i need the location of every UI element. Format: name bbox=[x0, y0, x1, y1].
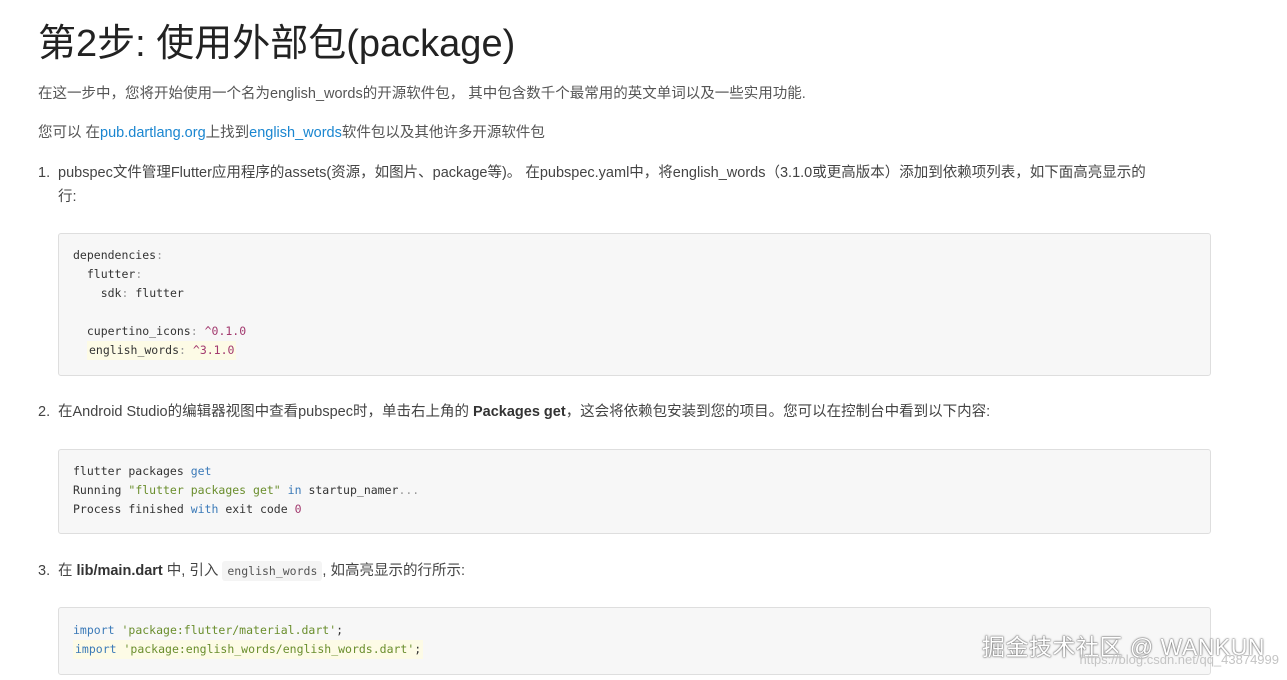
code-line: flutter packages get bbox=[73, 464, 212, 478]
code-line-highlighted: english_words: ^3.1.0 bbox=[87, 341, 237, 360]
step-3: 3. 在 lib/main.dart 中, 引入 english_words, … bbox=[38, 559, 1213, 585]
step-number: 1. bbox=[38, 165, 51, 181]
intro-paragraph: 在这一步中，您将开始使用一个名为english_words的开源软件包， 其中包… bbox=[38, 86, 806, 102]
code-line: import 'package:flutter/material.dart'; bbox=[73, 623, 344, 637]
english-words-link[interactable]: english_words bbox=[249, 125, 342, 141]
step-2: 2. 在Android Studio的编辑器视图中查看pubspec时，单击右上… bbox=[38, 400, 1213, 426]
step-number: 2. bbox=[38, 404, 51, 420]
step-1-text: pubspec文件管理Flutter应用程序的assets(资源，如图片、pac… bbox=[58, 161, 1193, 209]
find-middle: 上找到 bbox=[205, 125, 250, 141]
code-line: Process finished with exit code 0 bbox=[73, 502, 302, 516]
step-2-text: 在Android Studio的编辑器视图中查看pubspec时，单击右上角的 … bbox=[58, 404, 991, 420]
code-block-console: flutter packages get Running "flutter pa… bbox=[58, 449, 1211, 534]
find-paragraph: 您可以 在pub.dartlang.org上找到english_words软件包… bbox=[38, 123, 545, 143]
step-1-line1: pubspec文件管理Flutter应用程序的assets(资源，如图片、pac… bbox=[58, 165, 1146, 181]
code-line: Running "flutter packages get" in startu… bbox=[73, 483, 420, 497]
watermark-url: https://blog.csdn.net/qq_43874999 bbox=[1079, 652, 1280, 667]
pub-dartlang-link[interactable]: pub.dartlang.org bbox=[100, 125, 206, 141]
code-line: sdk: flutter bbox=[100, 286, 184, 300]
main-dart-label: lib/main.dart bbox=[76, 563, 163, 579]
step-number: 3. bbox=[38, 563, 51, 579]
step-1-line2: 行: bbox=[58, 189, 77, 205]
code-line: dependencies: bbox=[73, 248, 164, 262]
code-line: flutter: bbox=[86, 267, 143, 281]
inline-code: english_words bbox=[222, 561, 323, 581]
find-suffix: 软件包以及其他许多开源软件包 bbox=[341, 125, 545, 141]
page-title: 第2步: 使用外部包(package) bbox=[38, 23, 516, 65]
find-prefix: 您可以 在 bbox=[38, 125, 101, 141]
step-1: 1. pubspec文件管理Flutter应用程序的assets(资源，如图片、… bbox=[38, 161, 1213, 211]
packages-get-label: Packages get bbox=[472, 404, 566, 420]
code-line-highlighted: import 'package:english_words/english_wo… bbox=[73, 640, 424, 659]
code-line: cupertino_icons: ^0.1.0 bbox=[86, 324, 247, 338]
step-3-text: 在 lib/main.dart 中, 引入 english_words, 如高亮… bbox=[58, 561, 465, 581]
code-block-pubspec: dependencies: flutter: sdk: flutter cupe… bbox=[58, 233, 1211, 376]
